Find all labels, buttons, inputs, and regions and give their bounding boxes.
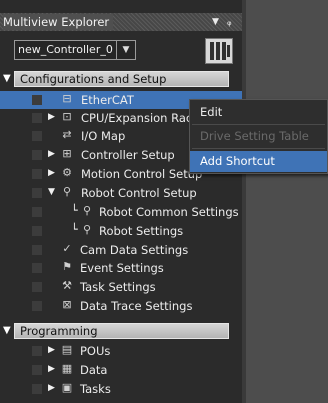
tree-item-cam-data-settings[interactable]: ✓ Cam Data Settings xyxy=(0,241,242,259)
robot-icon: ⚲ xyxy=(62,185,72,198)
pin-icon[interactable]: ᵩ xyxy=(227,15,232,29)
collapse-arrow-icon[interactable]: ▼ xyxy=(3,325,11,336)
expand-arrow-icon[interactable]: ▶ xyxy=(48,345,55,355)
row-marker xyxy=(32,301,42,311)
tree-item-label: Tasks xyxy=(80,382,111,396)
tree-item-label: Task Settings xyxy=(80,280,156,294)
pou-icon: ▤ xyxy=(61,343,73,356)
tree-item-robot-control-setup[interactable]: ▼ ⚲ Robot Control Setup xyxy=(0,184,242,202)
tree-item-tasks[interactable]: ▶ ▣ Tasks xyxy=(0,380,242,398)
section-configurations-and-setup[interactable]: ▼ Configurations and Setup xyxy=(0,70,242,88)
tree-item-label: Robot Control Setup xyxy=(81,186,197,200)
tree-item-data[interactable]: ▶ ▦ Data xyxy=(0,361,242,379)
tree-item-label: Cam Data Settings xyxy=(80,243,189,257)
tree-item-label: Event Settings xyxy=(80,261,164,275)
controller-dropdown-value: new_Controller_0 xyxy=(18,43,113,56)
tree-item-label: Motion Control Setup xyxy=(81,167,203,181)
robot-settings-icon: ⚲ xyxy=(82,204,92,217)
menu-item-edit[interactable]: Edit xyxy=(190,102,327,123)
context-menu: Edit Drive Setting Table Add Shortcut xyxy=(189,99,328,174)
panel-title: Multiview Explorer xyxy=(3,14,114,30)
cam-icon: ✓ xyxy=(62,242,72,255)
chevron-down-icon[interactable]: ▼ xyxy=(116,41,135,59)
menu-separator xyxy=(192,148,325,149)
dropdown-icon[interactable]: ▼ xyxy=(212,15,219,29)
row-marker xyxy=(32,169,42,179)
row-marker xyxy=(32,113,42,123)
tree-item-data-trace-settings[interactable]: ⊠ Data Trace Settings xyxy=(0,297,242,315)
tree-item-label: Robot Settings xyxy=(99,224,184,238)
robot-icon: ⚲ xyxy=(82,223,92,236)
row-marker xyxy=(32,226,42,236)
row-marker xyxy=(32,95,42,105)
expand-arrow-icon[interactable]: ▶ xyxy=(48,149,55,159)
section-programming[interactable]: ▼ Programming xyxy=(0,322,242,340)
section-header-label: Programming xyxy=(14,323,229,339)
rack-icon: ⊡ xyxy=(62,110,72,123)
menu-separator xyxy=(192,124,325,125)
controller-setup-icon: ⊞ xyxy=(62,147,72,160)
flag-icon: ⚑ xyxy=(62,260,72,273)
collapse-arrow-icon[interactable]: ▼ xyxy=(48,187,55,197)
row-marker xyxy=(32,245,42,255)
expand-arrow-icon[interactable]: ▶ xyxy=(48,168,55,178)
collapse-arrow-icon[interactable]: ▼ xyxy=(3,73,11,84)
tree-item-event-settings[interactable]: ⚑ Event Settings xyxy=(0,259,242,277)
tree-item-pous[interactable]: ▶ ▤ POUs xyxy=(0,342,242,360)
tree-item-robot-common-settings[interactable]: └ ⚲ Robot Common Settings xyxy=(0,203,242,221)
trace-icon: ⊠ xyxy=(62,298,72,311)
tree-connector-icon: └ xyxy=(71,204,78,217)
row-marker xyxy=(32,282,42,292)
row-marker xyxy=(32,150,42,160)
tree-item-robot-settings[interactable]: └ ⚲ Robot Settings xyxy=(0,222,242,240)
tree-item-label: EtherCAT xyxy=(81,93,134,107)
row-marker xyxy=(32,263,42,273)
tree-connector-icon: └ xyxy=(71,223,78,236)
tree-item-task-settings[interactable]: ⚒ Task Settings xyxy=(0,278,242,296)
tree-item-label: Data xyxy=(80,363,108,377)
tree-item-label: I/O Map xyxy=(81,129,126,143)
row-marker xyxy=(32,346,42,356)
row-marker xyxy=(32,365,42,375)
expand-arrow-icon[interactable]: ▶ xyxy=(48,364,55,374)
row-marker xyxy=(32,188,42,198)
row-marker xyxy=(32,131,42,141)
tree-item-label: POUs xyxy=(80,344,111,358)
expand-arrow-icon[interactable]: ▶ xyxy=(48,112,55,122)
gear-icon: ⚙ xyxy=(62,166,72,179)
tree-item-label: Controller Setup xyxy=(81,148,175,162)
row-marker xyxy=(32,207,42,217)
panel-titlebar: Multiview Explorer ▼ ᵩ xyxy=(0,13,242,31)
tree-item-label: CPU/Expansion Racks xyxy=(81,111,205,125)
controller-dropdown[interactable]: new_Controller_0 ▼ xyxy=(14,40,136,60)
multiview-explorer-panel: Multiview Explorer ▼ ᵩ new_Controller_0 … xyxy=(0,0,242,403)
controller-status-icon[interactable] xyxy=(205,38,233,64)
tree-item-label: Data Trace Settings xyxy=(80,299,193,313)
editor-area xyxy=(242,0,328,403)
tree-item-label: Robot Common Settings xyxy=(99,205,239,219)
io-map-icon: ⇄ xyxy=(62,128,72,141)
expand-arrow-icon[interactable]: ▶ xyxy=(48,383,55,393)
ethercat-icon: ⊟ xyxy=(62,92,72,105)
menu-item-drive-setting-table: Drive Setting Table xyxy=(200,129,309,143)
task-icon: ⚒ xyxy=(62,279,72,292)
table-icon: ▦ xyxy=(61,362,73,375)
tasks-icon: ▣ xyxy=(61,381,73,394)
menu-item-add-shortcut[interactable]: Add Shortcut xyxy=(190,151,327,172)
row-marker xyxy=(32,384,42,394)
section-header-label: Configurations and Setup xyxy=(14,71,229,87)
